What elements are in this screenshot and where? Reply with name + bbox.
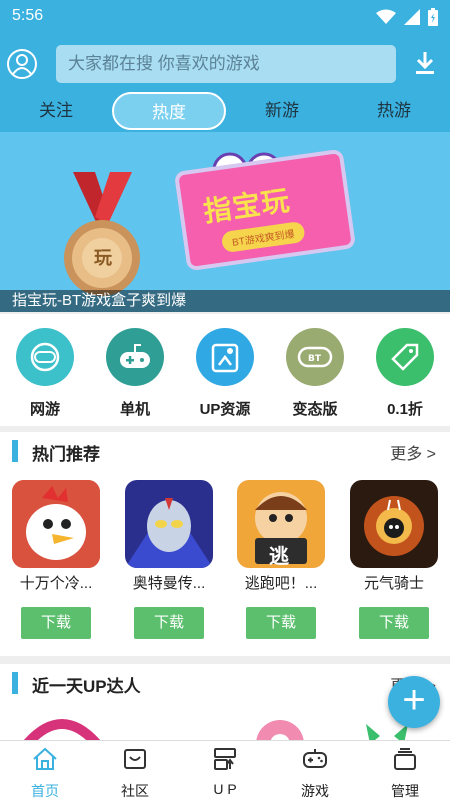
medal-text: 玩 [94, 248, 112, 268]
nav-games[interactable]: 游戏 [270, 747, 360, 800]
svg-text:BT: BT [308, 354, 322, 364]
category-single-player[interactable]: 单机 [90, 328, 180, 419]
manage-icon [394, 748, 416, 770]
share-icon [196, 328, 254, 386]
user-icon[interactable] [6, 48, 38, 80]
category-discount[interactable]: 0.1折 [360, 328, 450, 419]
bt-controller-icon: BT [286, 328, 344, 386]
download-icon[interactable] [414, 50, 436, 76]
game-cover-text: 逃 [269, 546, 289, 568]
category-label: 0.1折 [387, 401, 423, 418]
discount-tag-icon [376, 328, 434, 386]
promo-banner[interactable]: 玩 指宝玩 BT游戏爽到爆 指宝玩-BT游戏盒子爽到爆 [0, 132, 450, 312]
wifi-icon [376, 9, 396, 24]
game-card[interactable]: 元气骑士 下载 [349, 480, 439, 639]
category-label: UP资源 [199, 401, 251, 418]
game-card[interactable]: 十万个冷... 下载 [11, 480, 101, 639]
nav-label: 管理 [391, 783, 419, 799]
tab-new[interactable]: 新游 [232, 92, 332, 130]
section-title: 近一天UP达人 [32, 677, 141, 696]
download-button[interactable]: 下载 [359, 607, 429, 639]
status-time: 5:56 [12, 7, 44, 24]
tab-trending[interactable]: 热游 [344, 92, 444, 130]
nav-label: 社区 [121, 783, 149, 799]
game-card[interactable]: 逃 逃跑吧！... 下载 [236, 480, 326, 639]
gamepad-icon [303, 749, 327, 768]
top-header: 大家都在搜 你喜欢的游戏 关注 热度 新游 热游 [0, 32, 450, 132]
game-cover: 逃 [237, 480, 325, 568]
nav-up[interactable]: U P [180, 747, 270, 797]
game-name: 逃跑吧！... [244, 575, 318, 592]
game-name: 奥特曼传... [132, 575, 206, 592]
banner-title: 指宝玩 [201, 184, 293, 228]
home-icon [33, 747, 57, 770]
up-creators-section: 近一天UP达人 更多 > [0, 664, 450, 740]
download-button[interactable]: 下载 [246, 607, 316, 639]
tab-hot[interactable]: 热度 [112, 92, 226, 130]
game-cover [12, 480, 100, 568]
category-label: 网游 [29, 401, 60, 418]
category-label: 单机 [119, 401, 150, 418]
up-resource-icon [214, 748, 236, 770]
more-link[interactable]: 更多 > [390, 440, 436, 464]
nav-label: 游戏 [301, 783, 329, 799]
section-title: 热门推荐 [32, 445, 100, 464]
category-row: 网游 单机 UP资源 BT 变态版 0.1折 [0, 314, 450, 426]
nav-community[interactable]: 社区 [90, 747, 180, 800]
add-button[interactable]: + [388, 676, 440, 728]
tab-follow[interactable]: 关注 [6, 92, 106, 130]
creator-avatar[interactable] [250, 714, 310, 740]
community-icon [124, 749, 146, 769]
nav-manage[interactable]: 管理 [360, 747, 450, 800]
medal-icon [64, 172, 140, 296]
joystick-icon [106, 328, 164, 386]
game-card[interactable]: 奥特曼传... 下载 [124, 480, 214, 639]
status-bar: 5:56 [0, 0, 450, 32]
banner-title-card: 指宝玩 BT游戏爽到爆 [173, 148, 357, 272]
signal-icon [404, 9, 420, 25]
tab-bar: 关注 热度 新游 热游 [0, 92, 450, 130]
status-icons [376, 8, 438, 26]
nav-label: U P [213, 781, 237, 797]
game-name: 元气骑士 [363, 575, 424, 592]
creator-avatar[interactable] [22, 714, 102, 740]
game-cover [125, 480, 213, 568]
category-bt-version[interactable]: BT 变态版 [270, 328, 360, 419]
bottom-nav: 首页 社区 U P 游戏 管理 [0, 740, 450, 800]
nav-home[interactable]: 首页 [0, 747, 90, 800]
category-up-resources[interactable]: UP资源 [180, 328, 270, 419]
battery-icon [428, 8, 438, 26]
category-label: 变态版 [292, 401, 338, 418]
hot-recommend-section: 热门推荐 更多 > 十万个冷... 下载 奥特曼传... 下载 逃 逃跑吧！..… [0, 432, 450, 656]
download-button[interactable]: 下载 [21, 607, 91, 639]
category-online-games[interactable]: 网游 [0, 328, 90, 419]
section-marker [12, 440, 18, 462]
game-name: 十万个冷... [19, 575, 93, 592]
banner-caption: 指宝玩-BT游戏盒子爽到爆 [0, 290, 450, 312]
nav-label: 首页 [31, 783, 59, 799]
download-button[interactable]: 下载 [134, 607, 204, 639]
section-marker [12, 672, 18, 694]
gamepad-icon [16, 328, 74, 386]
game-cover [350, 480, 438, 568]
search-input[interactable]: 大家都在搜 你喜欢的游戏 [56, 45, 396, 83]
